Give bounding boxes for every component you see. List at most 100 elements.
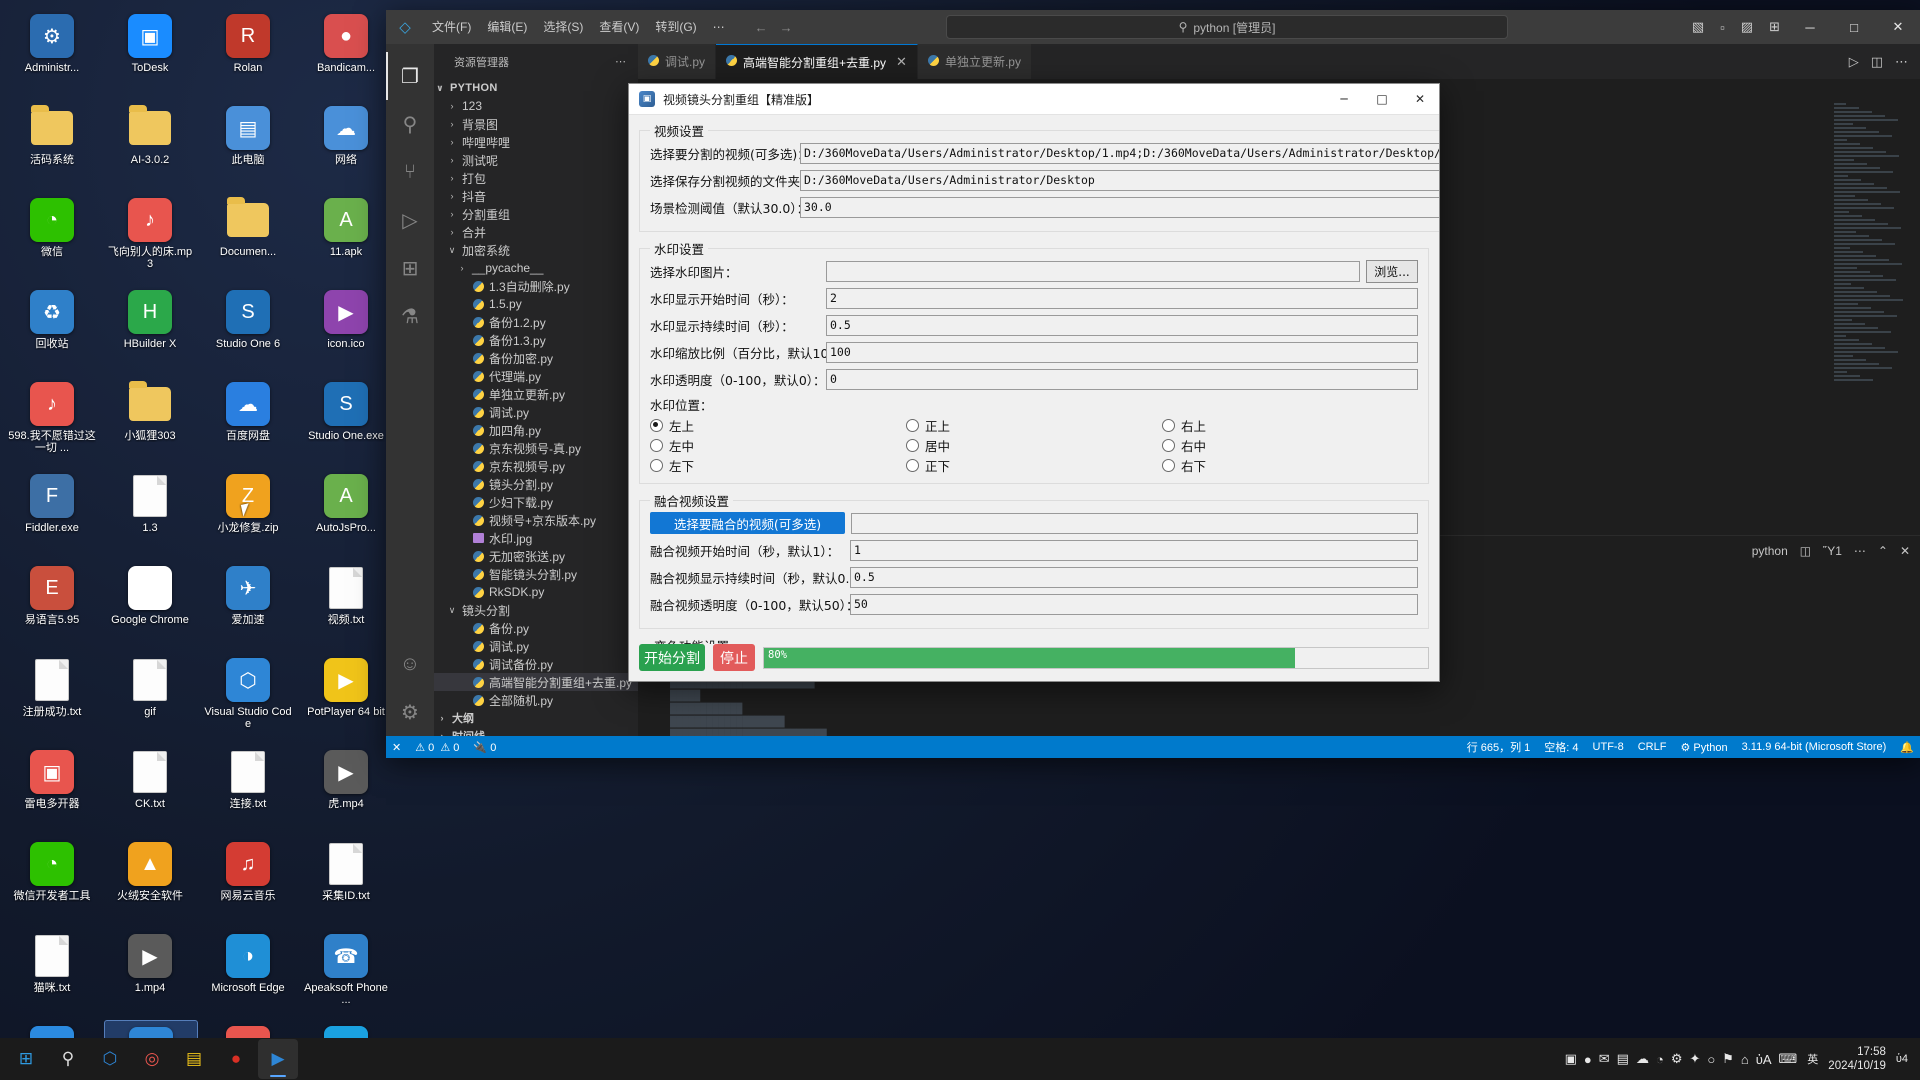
- tree-folder[interactable]: › 123: [434, 97, 638, 115]
- problems-indicator[interactable]: ⚠ 0 ⚠ 0: [415, 741, 459, 754]
- radio-正下[interactable]: 正下: [906, 455, 1162, 475]
- desktop-icon[interactable]: ◎ Google Chrome: [104, 560, 196, 650]
- start-split-button[interactable]: 开始分割: [639, 644, 705, 671]
- field-input[interactable]: 0.5: [826, 314, 1418, 336]
- field-input[interactable]: 2: [826, 287, 1418, 309]
- activity-testing-icon[interactable]: ⚗: [386, 292, 434, 340]
- desktop-icon[interactable]: ▶ 虎.mp4: [300, 744, 392, 834]
- field-input[interactable]: [826, 260, 1360, 282]
- tree-file[interactable]: 单独立更新.py: [434, 385, 638, 403]
- taskbar-chrome-icon[interactable]: ◎: [132, 1039, 172, 1079]
- radio-右下[interactable]: 右下: [1162, 455, 1418, 475]
- nav-back-icon[interactable]: ←: [755, 20, 768, 35]
- ime-indicator[interactable]: 英: [1807, 1051, 1818, 1067]
- taskbar-apps[interactable]: ⊞ ⚲ ⬡ ◎ ▤ ● ▶: [0, 1039, 298, 1079]
- nav-forward-icon[interactable]: →: [780, 20, 793, 35]
- tree-file[interactable]: 备份.py: [434, 619, 638, 637]
- tree-file[interactable]: 调试.py: [434, 403, 638, 421]
- tree-folder[interactable]: › 打包: [434, 169, 638, 187]
- tree-folder[interactable]: ∨ 镜头分割: [434, 601, 638, 619]
- desktop-icon[interactable]: ♪ 飞向别人的床.mp3: [104, 192, 196, 282]
- radio-右上[interactable]: 右上: [1162, 415, 1418, 435]
- field-input[interactable]: D:/360MoveData/Users/Administrator/Deskt…: [800, 142, 1439, 164]
- desktop-icon[interactable]: ▣ 雷电多开器: [6, 744, 98, 834]
- taskbar-app-active-icon[interactable]: ▶: [258, 1039, 298, 1079]
- editor-tab[interactable]: 调试.py: [638, 44, 717, 79]
- sidebar-more-icon[interactable]: ⋯: [615, 55, 626, 68]
- radio-button[interactable]: [650, 438, 663, 452]
- dialog-minimize-button[interactable]: ─: [1325, 84, 1363, 114]
- panel-action-icon[interactable]: ✕: [1900, 544, 1910, 558]
- tree-folder[interactable]: ∨ 加密系统: [434, 241, 638, 259]
- tree-file[interactable]: 高端智能分割重组+去重.py: [434, 673, 638, 691]
- desktop-icon[interactable]: CK.txt: [104, 744, 196, 834]
- tree-file[interactable]: 无加密张送.py: [434, 547, 638, 565]
- menu-item-转到G[interactable]: 转到(G): [647, 10, 704, 44]
- taskbar-recorder-icon[interactable]: ●: [216, 1039, 256, 1079]
- field-input[interactable]: 0: [826, 368, 1418, 390]
- panel-action-icon[interactable]: Ὕ1: [1823, 544, 1842, 558]
- desktop-icon[interactable]: 猫咪.txt: [6, 928, 98, 1018]
- fuse-videos-value[interactable]: [851, 512, 1418, 534]
- select-fuse-videos-button[interactable]: 选择要融合的视频(可多选): [650, 512, 845, 534]
- editor-tab[interactable]: 高端智能分割重组+去重.py ✕: [716, 44, 918, 79]
- dialog-maximize-button[interactable]: □: [1363, 84, 1401, 114]
- tree-file[interactable]: RkSDK.py: [434, 583, 638, 601]
- editor-tab-actions[interactable]: ▷ ◫ ⋯: [1837, 44, 1920, 79]
- tree-folder[interactable]: › __pycache__: [434, 259, 638, 277]
- file-tree[interactable]: ∨ PYTHON › 123 › 背景图 › 哔哩哔哩 › 测试呢 › 打包 › 抖音 › 分割重组 › 合并 ∨ 加…: [434, 79, 638, 736]
- panel-action-icon[interactable]: python: [1752, 544, 1788, 558]
- radio-button[interactable]: [906, 418, 919, 432]
- language-mode[interactable]: ⚙ Python: [1680, 741, 1727, 754]
- panel-actions[interactable]: python ◫ Ὕ1 ⋯ ⌃ ✕: [1752, 544, 1910, 558]
- radio-左下[interactable]: 左下: [650, 455, 906, 475]
- tree-file[interactable]: 视频号+京东版本.py: [434, 511, 638, 529]
- desktop-icon[interactable]: 活码系统: [6, 100, 98, 190]
- tray-icon-6[interactable]: ⚙: [1671, 1051, 1683, 1067]
- radio-button[interactable]: [1162, 418, 1175, 432]
- watermark-position-radiogroup[interactable]: 左上 左中 左下 正上 居中 正下 右上 右中 右下: [650, 415, 1418, 475]
- editor-tab[interactable]: 单独立更新.py: [917, 44, 1032, 79]
- tree-section[interactable]: › 大纲: [434, 709, 638, 727]
- cursor-position[interactable]: 行 665，列 1: [1467, 739, 1531, 755]
- menu-item-选择S[interactable]: 选择(S): [535, 10, 591, 44]
- radio-button[interactable]: [1162, 458, 1175, 472]
- desktop-icon[interactable]: ▲ 火绒安全软件: [104, 836, 196, 926]
- tree-file[interactable]: 调试备份.py: [434, 655, 638, 673]
- desktop-icon[interactable]: H HBuilder X: [104, 284, 196, 374]
- tray-icon-11[interactable]: ὐA: [1756, 1052, 1772, 1067]
- taskbar-explorer-icon[interactable]: ▤: [174, 1039, 214, 1079]
- tree-file[interactable]: 备份1.3.py: [434, 331, 638, 349]
- activity-source-control-icon[interactable]: ⑂: [386, 148, 434, 196]
- tree-folder[interactable]: › 哔哩哔哩: [434, 133, 638, 151]
- tree-folder[interactable]: › 抖音: [434, 187, 638, 205]
- field-input[interactable]: 1: [850, 539, 1418, 561]
- tree-file[interactable]: 代理端.py: [434, 367, 638, 385]
- layout-right-icon[interactable]: ▨: [1733, 19, 1761, 35]
- indentation[interactable]: 空格: 4: [1544, 739, 1578, 755]
- taskbar-search-icon[interactable]: ⚲: [48, 1039, 88, 1079]
- tree-root[interactable]: ∨ PYTHON: [434, 79, 638, 97]
- activity-extensions-icon[interactable]: ⊞: [386, 244, 434, 292]
- vscode-command-search[interactable]: ⚲ python [管理员]: [946, 15, 1508, 39]
- field-input[interactable]: 30.0: [800, 196, 1439, 218]
- layout-panel-icon[interactable]: ▫: [1712, 20, 1733, 35]
- radio-左中[interactable]: 左中: [650, 435, 906, 455]
- python-interpreter[interactable]: 3.11.9 64-bit (Microsoft Store): [1742, 741, 1887, 753]
- clock[interactable]: 17:58 2024/10/19: [1828, 1045, 1886, 1073]
- tree-file[interactable]: 1.5.py: [434, 295, 638, 313]
- desktop-icon[interactable]: 1.3: [104, 468, 196, 558]
- desktop-icon[interactable]: 采集ID.txt: [300, 836, 392, 926]
- maximize-button[interactable]: □: [1832, 10, 1876, 44]
- desktop-icon[interactable]: S Studio One 6: [202, 284, 294, 374]
- desktop-icon[interactable]: ● Bandicam...: [300, 8, 392, 98]
- tree-file[interactable]: 镜头分割.py: [434, 475, 638, 493]
- tree-file[interactable]: 加四角.py: [434, 421, 638, 439]
- tray-icon-7[interactable]: ✦: [1689, 1051, 1700, 1067]
- desktop-icon[interactable]: ☁ 百度网盘: [202, 376, 294, 466]
- desktop-icon[interactable]: A AutoJsPro...: [300, 468, 392, 558]
- tree-folder[interactable]: › 背景图: [434, 115, 638, 133]
- activity-explorer-icon[interactable]: ❐: [386, 52, 434, 100]
- tab-action-icon[interactable]: ⋯: [1895, 54, 1908, 70]
- radio-button[interactable]: [650, 418, 663, 432]
